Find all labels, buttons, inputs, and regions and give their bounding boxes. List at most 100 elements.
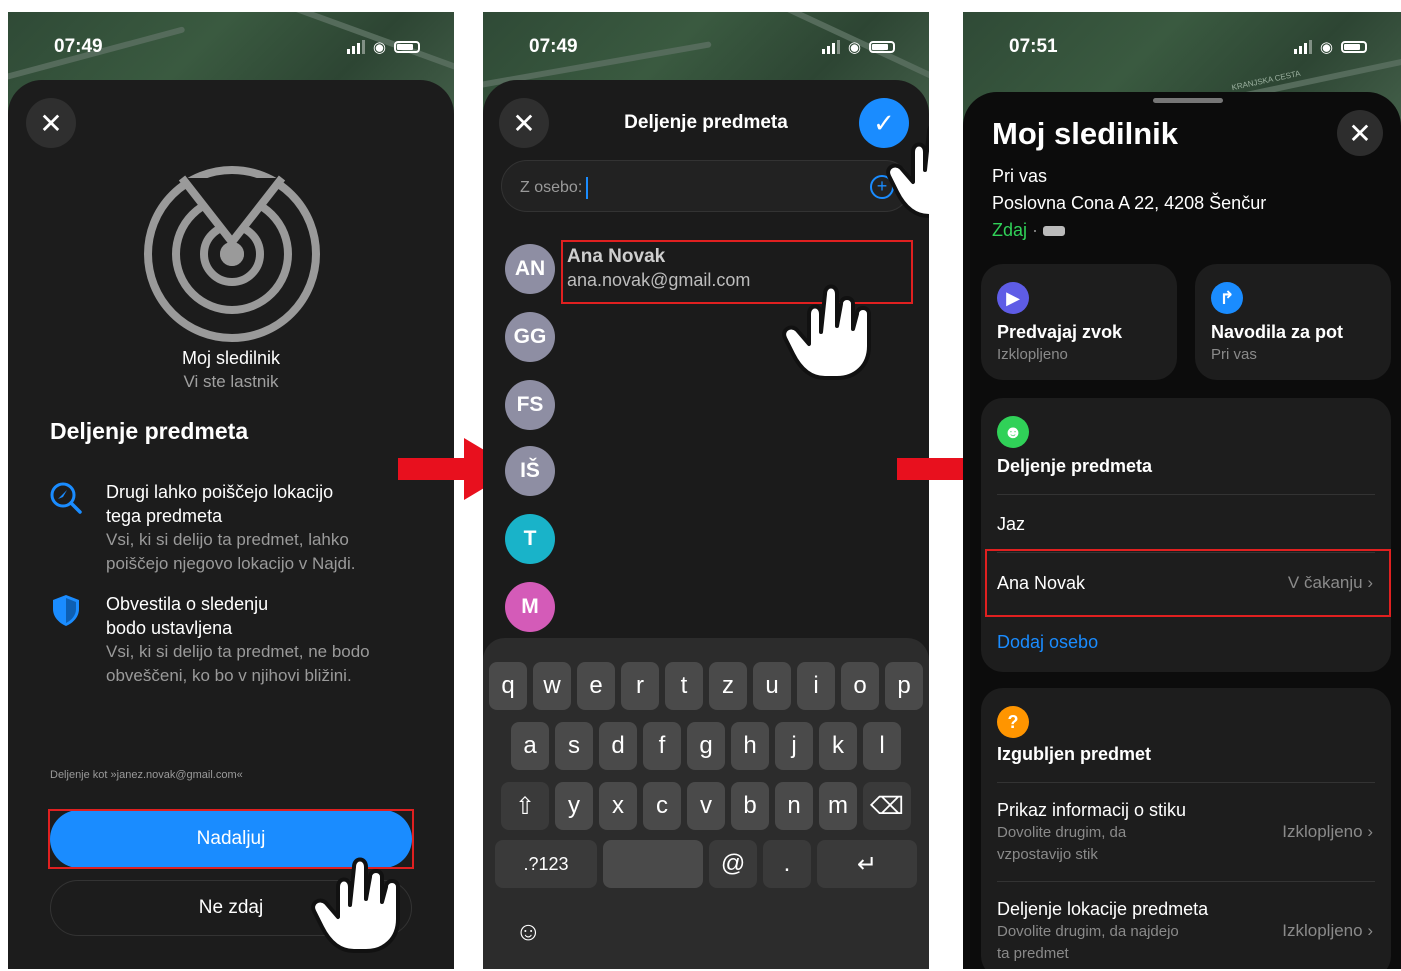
wifi-icon: ◉ <box>847 39 861 56</box>
close-button[interactable]: ✕ <box>26 98 76 148</box>
key-i[interactable]: i <box>797 662 835 710</box>
backspace-key[interactable]: ⌫ <box>863 782 911 830</box>
card-title: Predvajaj zvok <box>997 322 1123 342</box>
feature-find-location: Drugi lahko poiščejo lokacijo tega predm… <box>48 480 408 576</box>
share-location-desc: Dovolite drugim, da najdejo <box>997 923 1179 940</box>
key-o[interactable]: o <box>841 662 879 710</box>
key-v[interactable]: v <box>687 782 725 830</box>
card-title: Navodila za pot <box>1211 322 1344 342</box>
status-bar: 07:49 ◉ <box>8 34 454 64</box>
avatar[interactable]: GG <box>505 312 555 362</box>
item-name: Moj sledilnik <box>181 348 281 368</box>
clock: 07:51 <box>1009 36 1058 57</box>
avatar[interactable]: M <box>505 582 555 632</box>
chevron-right-icon: › <box>1367 822 1373 841</box>
value-label: Izklopljeno <box>1282 921 1363 940</box>
sharing-me: Jaz <box>997 514 1026 534</box>
feature-desc: Vsi, ki si delijo ta predmet, ne bodo <box>106 642 370 661</box>
sheet-grabber[interactable] <box>1153 98 1223 103</box>
key-p[interactable]: p <box>885 662 923 710</box>
owner-label: Vi ste lastnik <box>183 372 279 391</box>
key-a[interactable]: a <box>511 722 549 770</box>
panel-share-intro: 07:49 ◉ ✕ Moj sledilnik Vi ste lastnik D… <box>8 12 454 969</box>
at-key[interactable]: @ <box>709 840 757 888</box>
card-subtitle: Izklopljeno <box>997 346 1068 363</box>
close-button[interactable]: ✕ <box>1337 110 1383 156</box>
key-r[interactable]: r <box>621 662 659 710</box>
divider <box>997 782 1375 783</box>
feature-desc: Vsi, ki si delijo ta predmet, lahko <box>106 530 349 549</box>
key-x[interactable]: x <box>599 782 637 830</box>
card-subtitle: Pri vas <box>1211 346 1257 363</box>
tap-hand-icon <box>886 125 929 218</box>
key-e[interactable]: e <box>577 662 615 710</box>
keyboard: qwertzuiop asdfghjkl ⇧ y x c v b n m ⌫ .?123 @ .… <box>483 638 929 969</box>
contact-info-value[interactable]: Izklopljeno › <box>1282 822 1373 842</box>
panel-select-person: 07:49 ◉ ✕ Deljenje predmeta ✓ Z osebo: +… <box>483 12 929 969</box>
contact-info-title[interactable]: Prikaz informacij o stiku <box>997 800 1186 821</box>
item-title: Moj sledilnik <box>992 116 1179 151</box>
recipient-input[interactable]: Z osebo: + <box>501 160 911 212</box>
to-label: Z osebo: <box>520 179 583 197</box>
share-location-title[interactable]: Deljenje lokacije predmeta <box>997 899 1208 920</box>
key-j[interactable]: j <box>775 722 813 770</box>
key-n[interactable]: n <box>775 782 813 830</box>
divider <box>997 494 1375 495</box>
lost-title: Izgubljen predmet <box>997 744 1152 764</box>
feature-desc-2: obveščeni, ko bo v njihovi bližini. <box>106 666 352 685</box>
key-d[interactable]: d <box>599 722 637 770</box>
avatar[interactable]: IŠ <box>505 446 555 496</box>
key-t[interactable]: t <box>665 662 703 710</box>
sharing-title: Deljenje predmeta <box>997 456 1153 476</box>
key-m[interactable]: m <box>819 782 857 830</box>
directions-card[interactable]: ↱ Navodila za pot Pri vas <box>1195 264 1391 380</box>
shift-icon: ⇧ <box>514 792 536 820</box>
highlight-box <box>985 549 1391 617</box>
avatar[interactable]: AN <box>505 244 555 294</box>
key-y[interactable]: y <box>555 782 593 830</box>
close-icon: ✕ <box>39 107 63 139</box>
key-b[interactable]: b <box>731 782 769 830</box>
key-c[interactable]: c <box>643 782 681 830</box>
feature-tracking-alerts: Obvestila o sledenju bodo ustavljena Vsi… <box>48 592 408 688</box>
key-f[interactable]: f <box>643 722 681 770</box>
shield-icon <box>53 595 79 626</box>
key-s[interactable]: s <box>555 722 593 770</box>
clock: 07:49 <box>54 36 103 57</box>
key-q[interactable]: q <box>489 662 527 710</box>
updated-row: Zdaj · <box>992 220 1066 241</box>
people-icon: ☻ <box>997 416 1029 448</box>
panel-item-detail: KRANJSKA CESTA 07:51 ◉ Moj sledilnik ✕ P… <box>963 12 1401 969</box>
return-key[interactable]: ↵ <box>817 840 917 888</box>
text-caret <box>586 177 589 199</box>
feature-title-2: tega predmeta <box>106 506 223 526</box>
avatar[interactable]: T <box>505 514 555 564</box>
directions-icon: ↱ <box>1211 282 1243 314</box>
battery-icon <box>394 41 420 53</box>
key-h[interactable]: h <box>731 722 769 770</box>
emoji-icon[interactable]: ☺ <box>515 916 542 947</box>
feature-title-2: bodo ustavljena <box>106 618 233 638</box>
battery-small-icon <box>1043 226 1066 237</box>
numbers-key[interactable]: .?123 <box>495 840 597 888</box>
share-location-value[interactable]: Izklopljeno › <box>1282 921 1373 941</box>
key-z[interactable]: z <box>709 662 747 710</box>
sharing-card: ☻ Deljenje predmeta Jaz Ana Novak V čaka… <box>981 398 1391 672</box>
key-g[interactable]: g <box>687 722 725 770</box>
dot-key[interactable]: . <box>763 840 811 888</box>
space-key[interactable] <box>603 840 703 888</box>
play-sound-card[interactable]: ▶ Predvajaj zvok Izklopljeno <box>981 264 1177 380</box>
avatar[interactable]: FS <box>505 380 555 430</box>
shift-key[interactable]: ⇧ <box>501 782 549 830</box>
key-l[interactable]: l <box>863 722 901 770</box>
tracker-icon <box>144 166 320 342</box>
key-k[interactable]: k <box>819 722 857 770</box>
play-icon: ▶ <box>997 282 1029 314</box>
feature-desc-2: poiščejo njegovo lokacijo v Najdi. <box>106 554 356 573</box>
address: Poslovna Cona A 22, 4208 Šenčur <box>992 193 1267 213</box>
feature-title: Obvestila o sledenju <box>106 594 269 614</box>
add-person-link[interactable]: Dodaj osebo <box>997 632 1098 653</box>
share-as-label: Deljenje kot »janez.novak@gmail.com« <box>50 769 243 781</box>
key-w[interactable]: w <box>533 662 571 710</box>
key-u[interactable]: u <box>753 662 791 710</box>
